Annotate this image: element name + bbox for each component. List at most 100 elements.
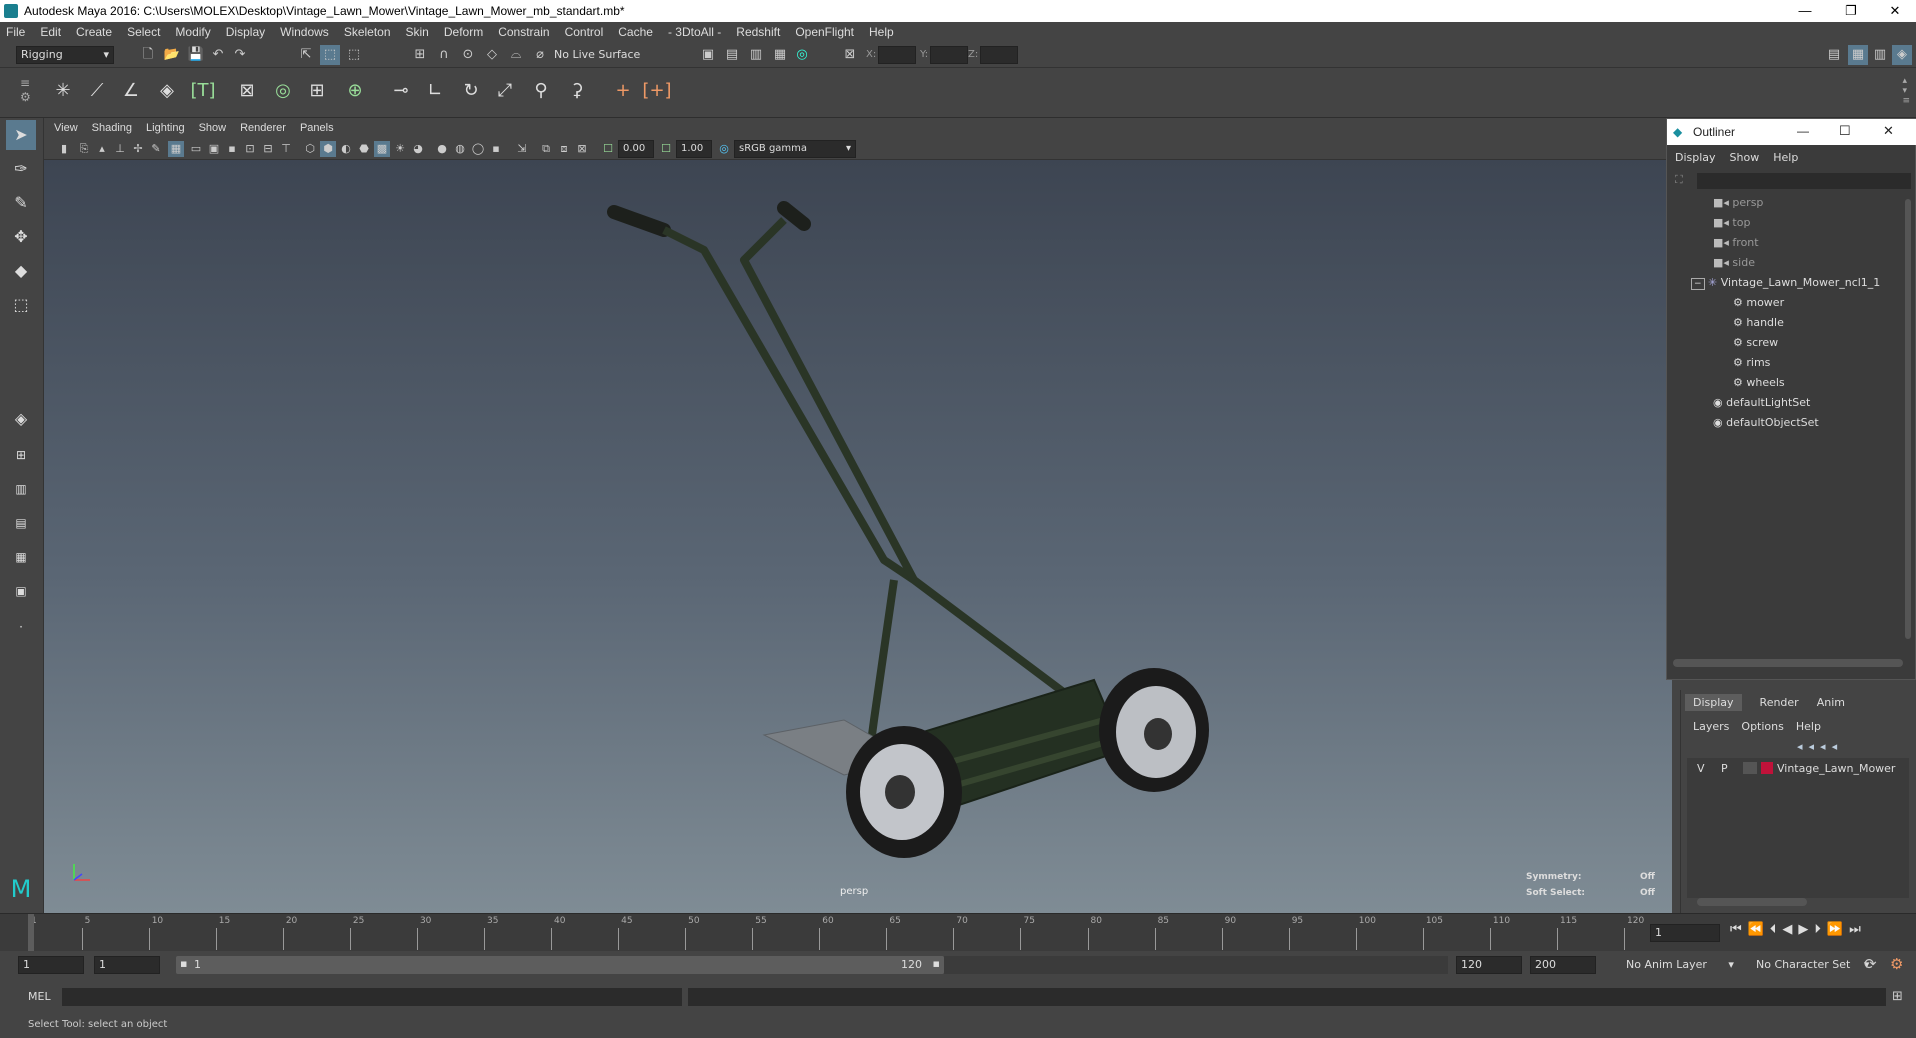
playback-toggle[interactable]: P: [1721, 762, 1728, 775]
script-editor-icon[interactable]: ⊞: [1892, 989, 1903, 1004]
layer-name[interactable]: Vintage_Lawn_Mower: [1777, 762, 1895, 775]
point-constraint-icon[interactable]: ⊸: [386, 76, 416, 106]
channel-box-icon[interactable]: ◈: [1892, 45, 1912, 65]
select-component-icon[interactable]: ⬚: [344, 45, 364, 65]
outliner-search-input[interactable]: [1697, 173, 1911, 189]
go-to-start-icon[interactable]: ⏮: [1730, 922, 1748, 937]
ipr-render-icon[interactable]: ▥: [746, 45, 766, 65]
safe-title-icon[interactable]: ⊤: [278, 141, 294, 157]
panel-menu-lighting[interactable]: Lighting: [146, 122, 185, 134]
grid-icon[interactable]: ▦: [168, 141, 184, 157]
x-coordinate-field[interactable]: [878, 46, 916, 64]
ik-spline-icon[interactable]: ∠: [116, 76, 146, 106]
camera-icon[interactable]: ▮: [56, 141, 72, 157]
select-tool-icon[interactable]: ➤: [6, 120, 36, 150]
cluster-icon[interactable]: ⊕: [340, 76, 370, 106]
new-scene-icon[interactable]: 🗋: [138, 45, 158, 65]
outliner-item-vintage-lawn-mower-group[interactable]: − ✳ Vintage_Lawn_Mower_ncl1_1: [1691, 273, 1880, 293]
menu-modify[interactable]: Modify: [175, 25, 210, 39]
paint-select-tool-icon[interactable]: ✎: [6, 188, 36, 218]
menu-control[interactable]: Control: [565, 25, 604, 39]
resolution-gate-icon[interactable]: ▣: [206, 141, 222, 157]
outliner-menu-display[interactable]: Display: [1675, 151, 1716, 164]
restore-button[interactable]: ❐: [1828, 0, 1874, 22]
menu-deform[interactable]: Deform: [444, 25, 483, 39]
film-gate-icon[interactable]: ▭: [188, 141, 204, 157]
menu-openflight[interactable]: OpenFlight: [795, 25, 854, 39]
outliner-item-mower[interactable]: ⚙ mower: [1733, 293, 1784, 313]
orient-joint-icon[interactable]: ◈: [152, 76, 182, 106]
single-perspective-layout-icon[interactable]: ◈: [6, 404, 36, 434]
move-tool-icon[interactable]: ✥: [6, 222, 36, 252]
snap-vertex-icon[interactable]: ⌀: [530, 45, 550, 65]
menu-cache[interactable]: Cache: [618, 25, 653, 39]
step-back-key-icon[interactable]: ⏴: [1770, 922, 1783, 937]
range-slider-handle-end[interactable]: ▪: [933, 957, 940, 970]
exposure-field[interactable]: 0.00: [618, 140, 654, 158]
snap-grid-icon[interactable]: ⊞: [410, 45, 430, 65]
character-set-dropdown[interactable]: No Character Set ▾: [1756, 958, 1869, 971]
isolate-select-icon[interactable]: ⇲: [514, 141, 530, 157]
menu-windows[interactable]: Windows: [280, 25, 329, 39]
motion-blur-icon[interactable]: ◍: [452, 141, 468, 157]
xray-components-icon[interactable]: ⊠: [574, 141, 590, 157]
current-time-indicator[interactable]: [28, 914, 34, 952]
shelf-menu-icon[interactable]: ≡ ⚙: [20, 76, 31, 104]
outliner-item-top[interactable]: ■◂ top: [1713, 213, 1750, 233]
auto-key-icon[interactable]: ⟳: [1864, 955, 1877, 973]
layer-scrollbar[interactable]: [1697, 898, 1807, 906]
outliner-close-button[interactable]: ✕: [1883, 123, 1894, 139]
snap-plane-icon[interactable]: ◇: [482, 45, 502, 65]
exposure-icon[interactable]: ☐: [600, 141, 616, 157]
playback-end-field[interactable]: 120: [1456, 956, 1522, 974]
remove-influence-icon[interactable]: [+]: [642, 76, 672, 106]
render-frame-icon[interactable]: ▤: [722, 45, 742, 65]
use-all-lights-icon[interactable]: ☀: [392, 141, 408, 157]
outliner-minimize-button[interactable]: —: [1797, 124, 1809, 138]
wireframe-icon[interactable]: ⬡: [302, 141, 318, 157]
live-surface-label[interactable]: No Live Surface: [554, 48, 640, 61]
menu-3dtoall[interactable]: - 3DtoAll -: [668, 25, 721, 39]
outliner-persp-layout-icon[interactable]: ▣: [6, 576, 36, 606]
panel-menu-view[interactable]: View: [54, 122, 78, 134]
layer-menu-options[interactable]: Options: [1741, 720, 1783, 733]
persp-hypershade-layout-icon[interactable]: ▦: [6, 542, 36, 572]
hypershade-icon[interactable]: ◎: [792, 45, 812, 65]
panel-menu-renderer[interactable]: Renderer: [240, 122, 286, 134]
outliner-item-default-object-set[interactable]: ◉ defaultObjectSet: [1713, 413, 1819, 433]
mel-command-input[interactable]: [62, 988, 682, 1006]
aim-constraint-icon[interactable]: ∟: [420, 76, 450, 106]
layer-move-icons[interactable]: ◂◂◂◂: [1797, 740, 1843, 753]
step-forward-icon[interactable]: ⏩: [1827, 922, 1849, 937]
snap-point-icon[interactable]: ⊙: [458, 45, 478, 65]
image-plane-icon[interactable]: ⊥: [112, 141, 128, 157]
menu-redshift[interactable]: Redshift: [736, 25, 780, 39]
outliner-menu-help[interactable]: Help: [1773, 151, 1798, 164]
render-settings-icon[interactable]: ▦: [770, 45, 790, 65]
step-back-icon[interactable]: ⏪: [1748, 922, 1770, 937]
layer-menu-help[interactable]: Help: [1796, 720, 1821, 733]
smooth-shade-icon[interactable]: ⬢: [320, 141, 336, 157]
add-influence-icon[interactable]: +: [608, 76, 638, 106]
close-button[interactable]: ✕: [1872, 0, 1916, 22]
layer-row[interactable]: V P Vintage_Lawn_Mower: [1687, 760, 1909, 778]
field-chart-icon[interactable]: ⊡: [242, 141, 258, 157]
range-slider-track[interactable]: [944, 956, 1448, 974]
end-time-field[interactable]: 200: [1530, 956, 1596, 974]
tab-render[interactable]: Render: [1760, 694, 1799, 711]
time-slider[interactable]: 1510152025303540455055606570758085909510…: [0, 913, 1916, 952]
joint-tool-icon[interactable]: ✳: [48, 76, 78, 106]
screen-space-ao-icon[interactable]: ●: [434, 141, 450, 157]
menu-edit[interactable]: Edit: [40, 25, 61, 39]
lawn-mower-model[interactable]: [44, 160, 1672, 913]
color-management-icon[interactable]: ◎: [716, 141, 732, 157]
camera-attributes-icon[interactable]: ⎘: [76, 141, 92, 157]
gamma-field[interactable]: 1.00: [676, 140, 712, 158]
tool-settings-icon[interactable]: ▥: [1870, 45, 1890, 65]
outliner-maximize-button[interactable]: ☐: [1839, 123, 1851, 139]
orient-constraint-icon[interactable]: ↻: [456, 76, 486, 106]
playback-start-field[interactable]: 1: [94, 956, 160, 974]
menu-create[interactable]: Create: [76, 25, 112, 39]
select-object-icon[interactable]: ⬚: [320, 45, 340, 65]
outliner-item-rims[interactable]: ⚙ rims: [1733, 353, 1770, 373]
